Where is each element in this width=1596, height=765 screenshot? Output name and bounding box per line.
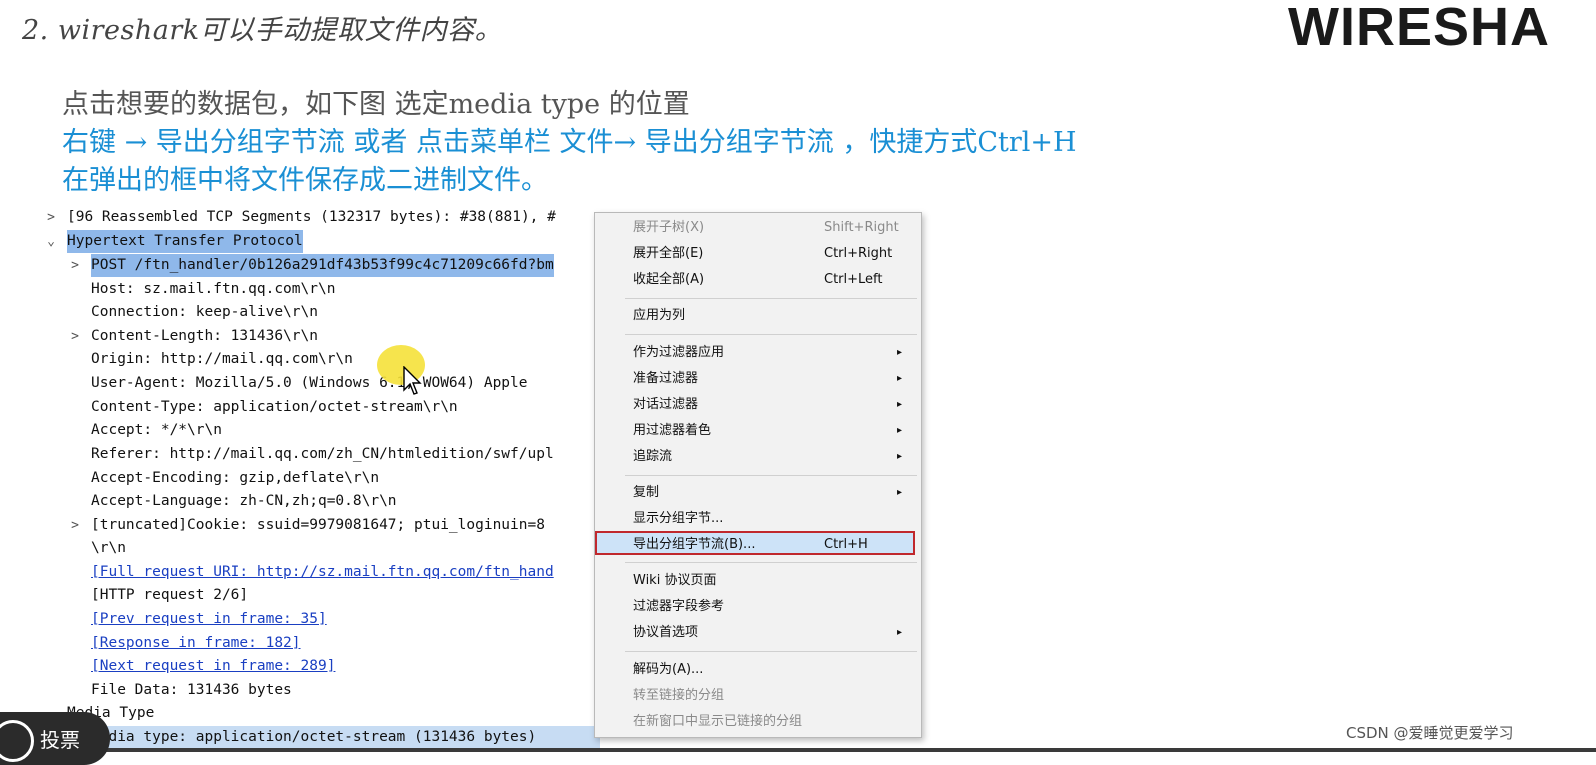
vote-icon	[0, 720, 34, 762]
menu-item-wiki-protocol-page[interactable]: Wiki 协议页面	[595, 569, 921, 593]
menu-separator	[625, 334, 917, 335]
menu-item-expand-all[interactable]: 展开全部(E) Ctrl+Right	[595, 242, 921, 266]
wireshark-logo: WIRESHA	[1288, 0, 1550, 58]
menu-separator	[625, 562, 917, 563]
full-uri-link[interactable]: [Full request URI: http://sz.mail.ftn.qq…	[91, 561, 554, 584]
tree-row-host[interactable]: Host: sz.mail.ftn.qq.com\r\n	[40, 278, 600, 301]
submenu-arrow-icon: ▸	[897, 487, 903, 498]
submenu-arrow-icon: ▸	[897, 373, 903, 384]
context-menu: 展开子树(X) Shift+Right 展开全部(E) Ctrl+Right 收…	[594, 212, 922, 738]
tree-row-origin[interactable]: Origin: http://mail.qq.com\r\n	[40, 348, 600, 371]
tree-row-connection[interactable]: Connection: keep-alive\r\n	[40, 301, 600, 324]
tree-row-referer[interactable]: Referer: http://mail.qq.com/zh_CN/htmled…	[40, 443, 600, 466]
tree-row-content-length[interactable]: > Content-Length: 131436\r\n	[40, 325, 600, 348]
menu-item-show-packet-bytes[interactable]: 显示分组字节...	[595, 507, 921, 531]
menu-item-expand-subtree[interactable]: 展开子树(X) Shift+Right	[595, 216, 921, 240]
csdn-watermark: CSDN @爱睡觉更爱学习	[1346, 724, 1514, 742]
tree-row-http-request[interactable]: [HTTP request 2/6]	[40, 584, 600, 607]
menu-item-protocol-preferences[interactable]: 协议首选项 ▸	[595, 621, 921, 645]
tree-row-response[interactable]: [Response in frame: 182]	[40, 632, 600, 655]
menu-item-filter-field-reference[interactable]: 过滤器字段参考	[595, 595, 921, 619]
prev-request-link[interactable]: [Prev request in frame: 35]	[91, 608, 327, 631]
tree-row-user-agent[interactable]: User-Agent: Mozilla/5.0 (Windows 6.1; WO…	[40, 372, 600, 395]
menu-item-export-packet-bytes[interactable]: 导出分组字节流(B)... Ctrl+H	[595, 531, 915, 555]
response-link[interactable]: [Response in frame: 182]	[91, 632, 301, 655]
menu-separator	[625, 298, 917, 299]
submenu-arrow-icon: ▸	[897, 627, 903, 638]
tree-row-reassembled[interactable]: > [96 Reassembled TCP Segments (132317 b…	[40, 206, 600, 229]
menu-separator	[625, 475, 917, 476]
mouse-cursor-icon	[403, 366, 422, 395]
next-request-link[interactable]: [Next request in frame: 289]	[91, 655, 335, 678]
tree-row-next-request[interactable]: [Next request in frame: 289]	[40, 655, 600, 678]
instruction-line-2: 右键 → 导出分组字节流 或者 点击菜单栏 文件→ 导出分组字节流 ，快捷方式C…	[62, 127, 1077, 158]
collapse-arrow-icon[interactable]: ⌄	[44, 230, 58, 253]
tree-row-content-type[interactable]: Content-Type: application/octet-stream\r…	[40, 396, 600, 419]
tree-row-full-uri[interactable]: [Full request URI: http://sz.mail.ftn.qq…	[40, 561, 600, 584]
menu-item-apply-as-column[interactable]: 应用为列	[595, 304, 921, 328]
bottom-margin	[0, 752, 1596, 765]
menu-item-apply-as-filter[interactable]: 作为过滤器应用 ▸	[595, 341, 921, 365]
tree-row-accept-language[interactable]: Accept-Language: zh-CN,zh;q=0.8\r\n	[40, 490, 600, 513]
vote-button[interactable]: 投票	[0, 712, 110, 765]
tree-row-accept-encoding[interactable]: Accept-Encoding: gzip,deflate\r\n	[40, 467, 600, 490]
menu-item-collapse-all[interactable]: 收起全部(A) Ctrl+Left	[595, 268, 921, 292]
menu-item-decode-as[interactable]: 解码为(A)...	[595, 658, 921, 682]
tree-row-post[interactable]: > POST /ftn_handler/0b126a291df43b53f99c…	[40, 254, 600, 277]
menu-item-colorize-filter[interactable]: 用过滤器着色 ▸	[595, 419, 921, 443]
tree-row-media-type[interactable]: ⌄ Media Type	[40, 702, 600, 725]
tree-row-media-type-value[interactable]: Media type: application/octet-stream (13…	[40, 726, 600, 749]
instruction-line-3: 在弹出的框中将文件保存成二进制文件。	[62, 165, 548, 196]
menu-separator	[625, 651, 917, 652]
menu-item-conversation-filter[interactable]: 对话过滤器 ▸	[595, 393, 921, 417]
tree-row-http[interactable]: ⌄ Hypertext Transfer Protocol	[40, 230, 600, 253]
submenu-arrow-icon: ▸	[897, 451, 903, 462]
submenu-arrow-icon: ▸	[897, 399, 903, 410]
menu-item-copy[interactable]: 复制 ▸	[595, 481, 921, 505]
submenu-arrow-icon: ▸	[897, 347, 903, 358]
expand-arrow-icon[interactable]: >	[68, 254, 82, 277]
menu-item-go-to-linked-packet[interactable]: 转至链接的分组	[595, 684, 921, 708]
menu-item-show-linked-packet-new-window[interactable]: 在新窗口中显示已链接的分组	[595, 710, 921, 734]
expand-arrow-icon[interactable]: >	[68, 514, 82, 537]
expand-arrow-icon[interactable]: >	[68, 325, 82, 348]
logo-text-a: WIRES	[1288, 0, 1471, 57]
instruction-line-1: 点击想要的数据包，如下图 选定media type 的位置	[62, 89, 690, 120]
submenu-arrow-icon: ▸	[897, 425, 903, 436]
tree-row-cookie[interactable]: > [truncated]Cookie: ssuid=9979081647; p…	[40, 514, 600, 537]
tree-row-prev-request[interactable]: [Prev request in frame: 35]	[40, 608, 600, 631]
tree-row-crlf[interactable]: \r\n	[40, 537, 600, 560]
expand-arrow-icon[interactable]: >	[44, 206, 58, 229]
menu-item-prepare-filter[interactable]: 准备过滤器 ▸	[595, 367, 921, 391]
slide-title: 2. wireshark可以手动提取文件内容。	[22, 15, 503, 46]
tree-row-file-data[interactable]: File Data: 131436 bytes	[40, 679, 600, 702]
menu-item-follow-stream[interactable]: 追踪流 ▸	[595, 445, 921, 469]
logo-text-b: HA	[1470, 0, 1551, 57]
tree-row-accept[interactable]: Accept: */*\r\n	[40, 419, 600, 442]
